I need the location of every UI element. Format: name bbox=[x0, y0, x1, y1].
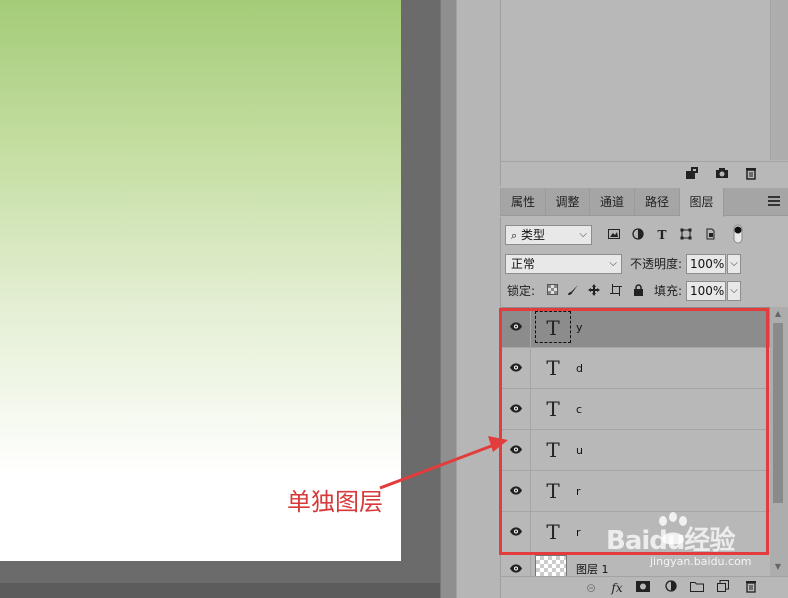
annotation-arrow bbox=[379, 436, 508, 490]
watermark-url: jingyan.baidu.com bbox=[650, 555, 752, 568]
annotation-label: 单独图层 bbox=[287, 488, 383, 516]
watermark-brand: Baidu经验 bbox=[606, 526, 735, 556]
